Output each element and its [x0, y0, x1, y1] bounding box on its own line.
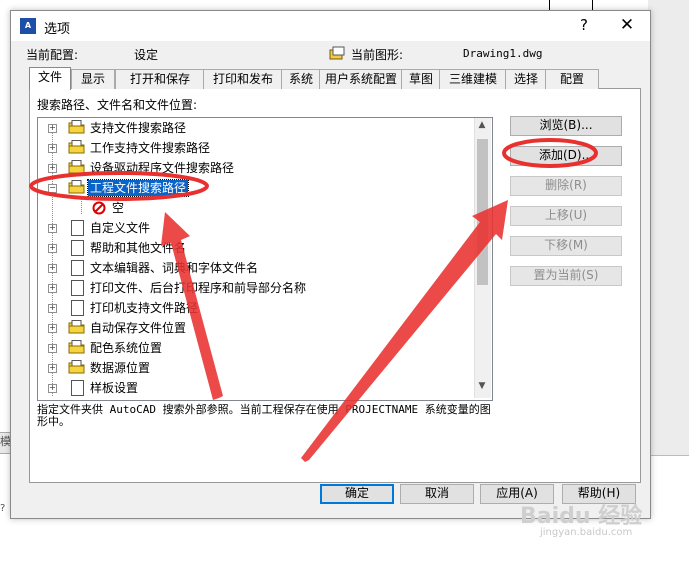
tree-item-label: 打印文件、后台打印程序和前导部分名称 [90, 281, 307, 295]
current-config-value: 设定 [134, 48, 159, 62]
document-icon [71, 380, 84, 396]
expand-icon[interactable]: + [48, 264, 57, 273]
tree-item-label: 文本编辑器、词典和字体文件名 [90, 261, 259, 275]
title-bar[interactable]: A 选项 ? ✕ [11, 11, 650, 41]
tree-item-label: 配色系统位置 [90, 341, 163, 355]
scroll-thumb[interactable] [477, 139, 488, 285]
tab-strip: 文件 显示 打开和保存 打印和发布 系统 用户系统配置 草图 三维建模 选择 配… [29, 67, 599, 90]
tree-item[interactable]: + 工作支持文件搜索路径 [38, 138, 476, 158]
options-dialog: A 选项 ? ✕ 当前配置: 设定 当前图形: Drawing1.dwg 文件 … [10, 10, 651, 519]
expand-icon[interactable]: + [48, 124, 57, 133]
tab-selection[interactable]: 选择 [505, 69, 547, 89]
tree-item-label: 自定义文件 [90, 221, 151, 235]
collapse-icon[interactable]: − [48, 184, 57, 193]
watermark-url: jingyan.baidu.com [540, 527, 633, 538]
move-up-button[interactable]: 上移(U) [510, 206, 622, 226]
expand-icon[interactable]: + [48, 304, 57, 313]
tree-item-label: 设备驱动程序文件搜索路径 [90, 161, 235, 175]
folder-icon [68, 140, 85, 154]
scroll-down-arrow-icon[interactable]: ▼ [474, 381, 490, 395]
set-current-button[interactable]: 置为当前(S) [510, 266, 622, 286]
current-drawing-value: Drawing1.dwg [463, 47, 543, 60]
document-icon [71, 280, 84, 296]
expand-icon[interactable]: + [48, 244, 57, 253]
move-down-button[interactable]: 下移(M) [510, 236, 622, 256]
background-divider [648, 455, 689, 456]
expand-icon[interactable]: + [48, 144, 57, 153]
tree-item[interactable]: + 打印机支持文件路径 [38, 298, 476, 318]
expand-icon[interactable]: + [48, 364, 57, 373]
tree-item[interactable]: + 文本编辑器、词典和字体文件名 [38, 258, 476, 278]
document-icon [71, 300, 84, 316]
tab-system[interactable]: 系统 [281, 69, 321, 89]
tree-item-selected[interactable]: − 工程文件搜索路径 [38, 178, 476, 198]
tab-plot-publish[interactable]: 打印和发布 [203, 69, 283, 89]
expand-icon[interactable]: + [48, 224, 57, 233]
background-text-fragment: ? [0, 503, 6, 514]
close-button[interactable]: ✕ [616, 15, 638, 37]
tab-files[interactable]: 文件 [29, 67, 71, 90]
tree-item[interactable]: + 样板设置 [38, 378, 476, 398]
tree-item[interactable]: + 帮助和其他文件名 [38, 238, 476, 258]
document-icon [71, 220, 84, 236]
background-app-area [648, 0, 689, 455]
tree-item[interactable]: + 配色系统位置 [38, 338, 476, 358]
tab-open-save[interactable]: 打开和保存 [115, 69, 205, 89]
expand-icon[interactable]: + [48, 384, 57, 393]
tab-drafting[interactable]: 草图 [401, 69, 441, 89]
tree-item[interactable]: + 打印文件、后台打印程序和前导部分名称 [38, 278, 476, 298]
document-icon [71, 240, 84, 256]
folder-icon [68, 360, 85, 374]
tab-display[interactable]: 显示 [71, 69, 115, 89]
search-path-tree[interactable]: + 支持文件搜索路径 + 工作支持文件搜索路径 + 设备驱动程序文件搜索路径 −… [37, 117, 493, 401]
tree-item-label: 自动保存文件位置 [90, 321, 187, 335]
tree-item-label: 支持文件搜索路径 [90, 121, 187, 135]
autocad-app-icon: A [20, 18, 36, 34]
current-config-label: 当前配置: [26, 48, 79, 62]
folder-icon [68, 340, 85, 354]
tab-user-preferences[interactable]: 用户系统配置 [319, 69, 403, 89]
ok-button[interactable]: 确定 [320, 484, 394, 504]
tab-profiles[interactable]: 配置 [545, 69, 599, 89]
tree-item[interactable]: + 支持文件搜索路径 [38, 118, 476, 138]
tree-item-label: 打印机支持文件路径 [90, 301, 199, 315]
tree-item[interactable]: + 自定义文件 [38, 218, 476, 238]
folder-icon [68, 120, 85, 134]
tree-item[interactable]: 空 [38, 198, 476, 218]
expand-icon[interactable]: + [48, 284, 57, 293]
browse-button[interactable]: 浏览(B)... [510, 116, 622, 136]
folder-icon [68, 180, 85, 194]
empty-icon [92, 201, 106, 215]
baidu-watermark: Baidu 经验 [520, 504, 643, 529]
folder-icon [68, 320, 85, 334]
remove-button[interactable]: 删除(R) [510, 176, 622, 196]
add-button[interactable]: 添加(D)... [510, 146, 622, 166]
help-title-button[interactable]: ? [573, 16, 595, 36]
tab-3d-modeling[interactable]: 三维建模 [439, 69, 507, 89]
document-icon [71, 260, 84, 276]
expand-icon[interactable]: + [48, 164, 57, 173]
description-text: 指定文件夹供 AutoCAD 搜索外部参照。当前工程保存在使用 PROJECTN… [37, 403, 491, 428]
expand-icon[interactable]: + [48, 344, 57, 353]
tree-item[interactable]: + 数据源位置 [38, 358, 476, 378]
current-drawing-label: 当前图形: [351, 48, 404, 62]
tree-item[interactable]: + 自动保存文件位置 [38, 318, 476, 338]
cancel-button[interactable]: 取消 [400, 484, 474, 504]
tree-item-label: 工程文件搜索路径 [86, 179, 190, 197]
scroll-up-arrow-icon[interactable]: ▲ [474, 120, 490, 134]
expand-icon[interactable]: + [48, 324, 57, 333]
drawing-icon [329, 46, 345, 60]
tree-item-label: 样板设置 [90, 381, 139, 395]
tree-item-label: 帮助和其他文件名 [90, 241, 187, 255]
folder-icon [68, 160, 85, 174]
tree-item-label: 数据源位置 [90, 361, 151, 375]
section-label: 搜索路径、文件名和文件位置: [37, 98, 198, 112]
dialog-title: 选项 [44, 22, 71, 37]
tree-item-label: 工作支持文件搜索路径 [90, 141, 211, 155]
tree-item-label: 空 [112, 201, 125, 215]
tree-item[interactable]: + 设备驱动程序文件搜索路径 [38, 158, 476, 178]
